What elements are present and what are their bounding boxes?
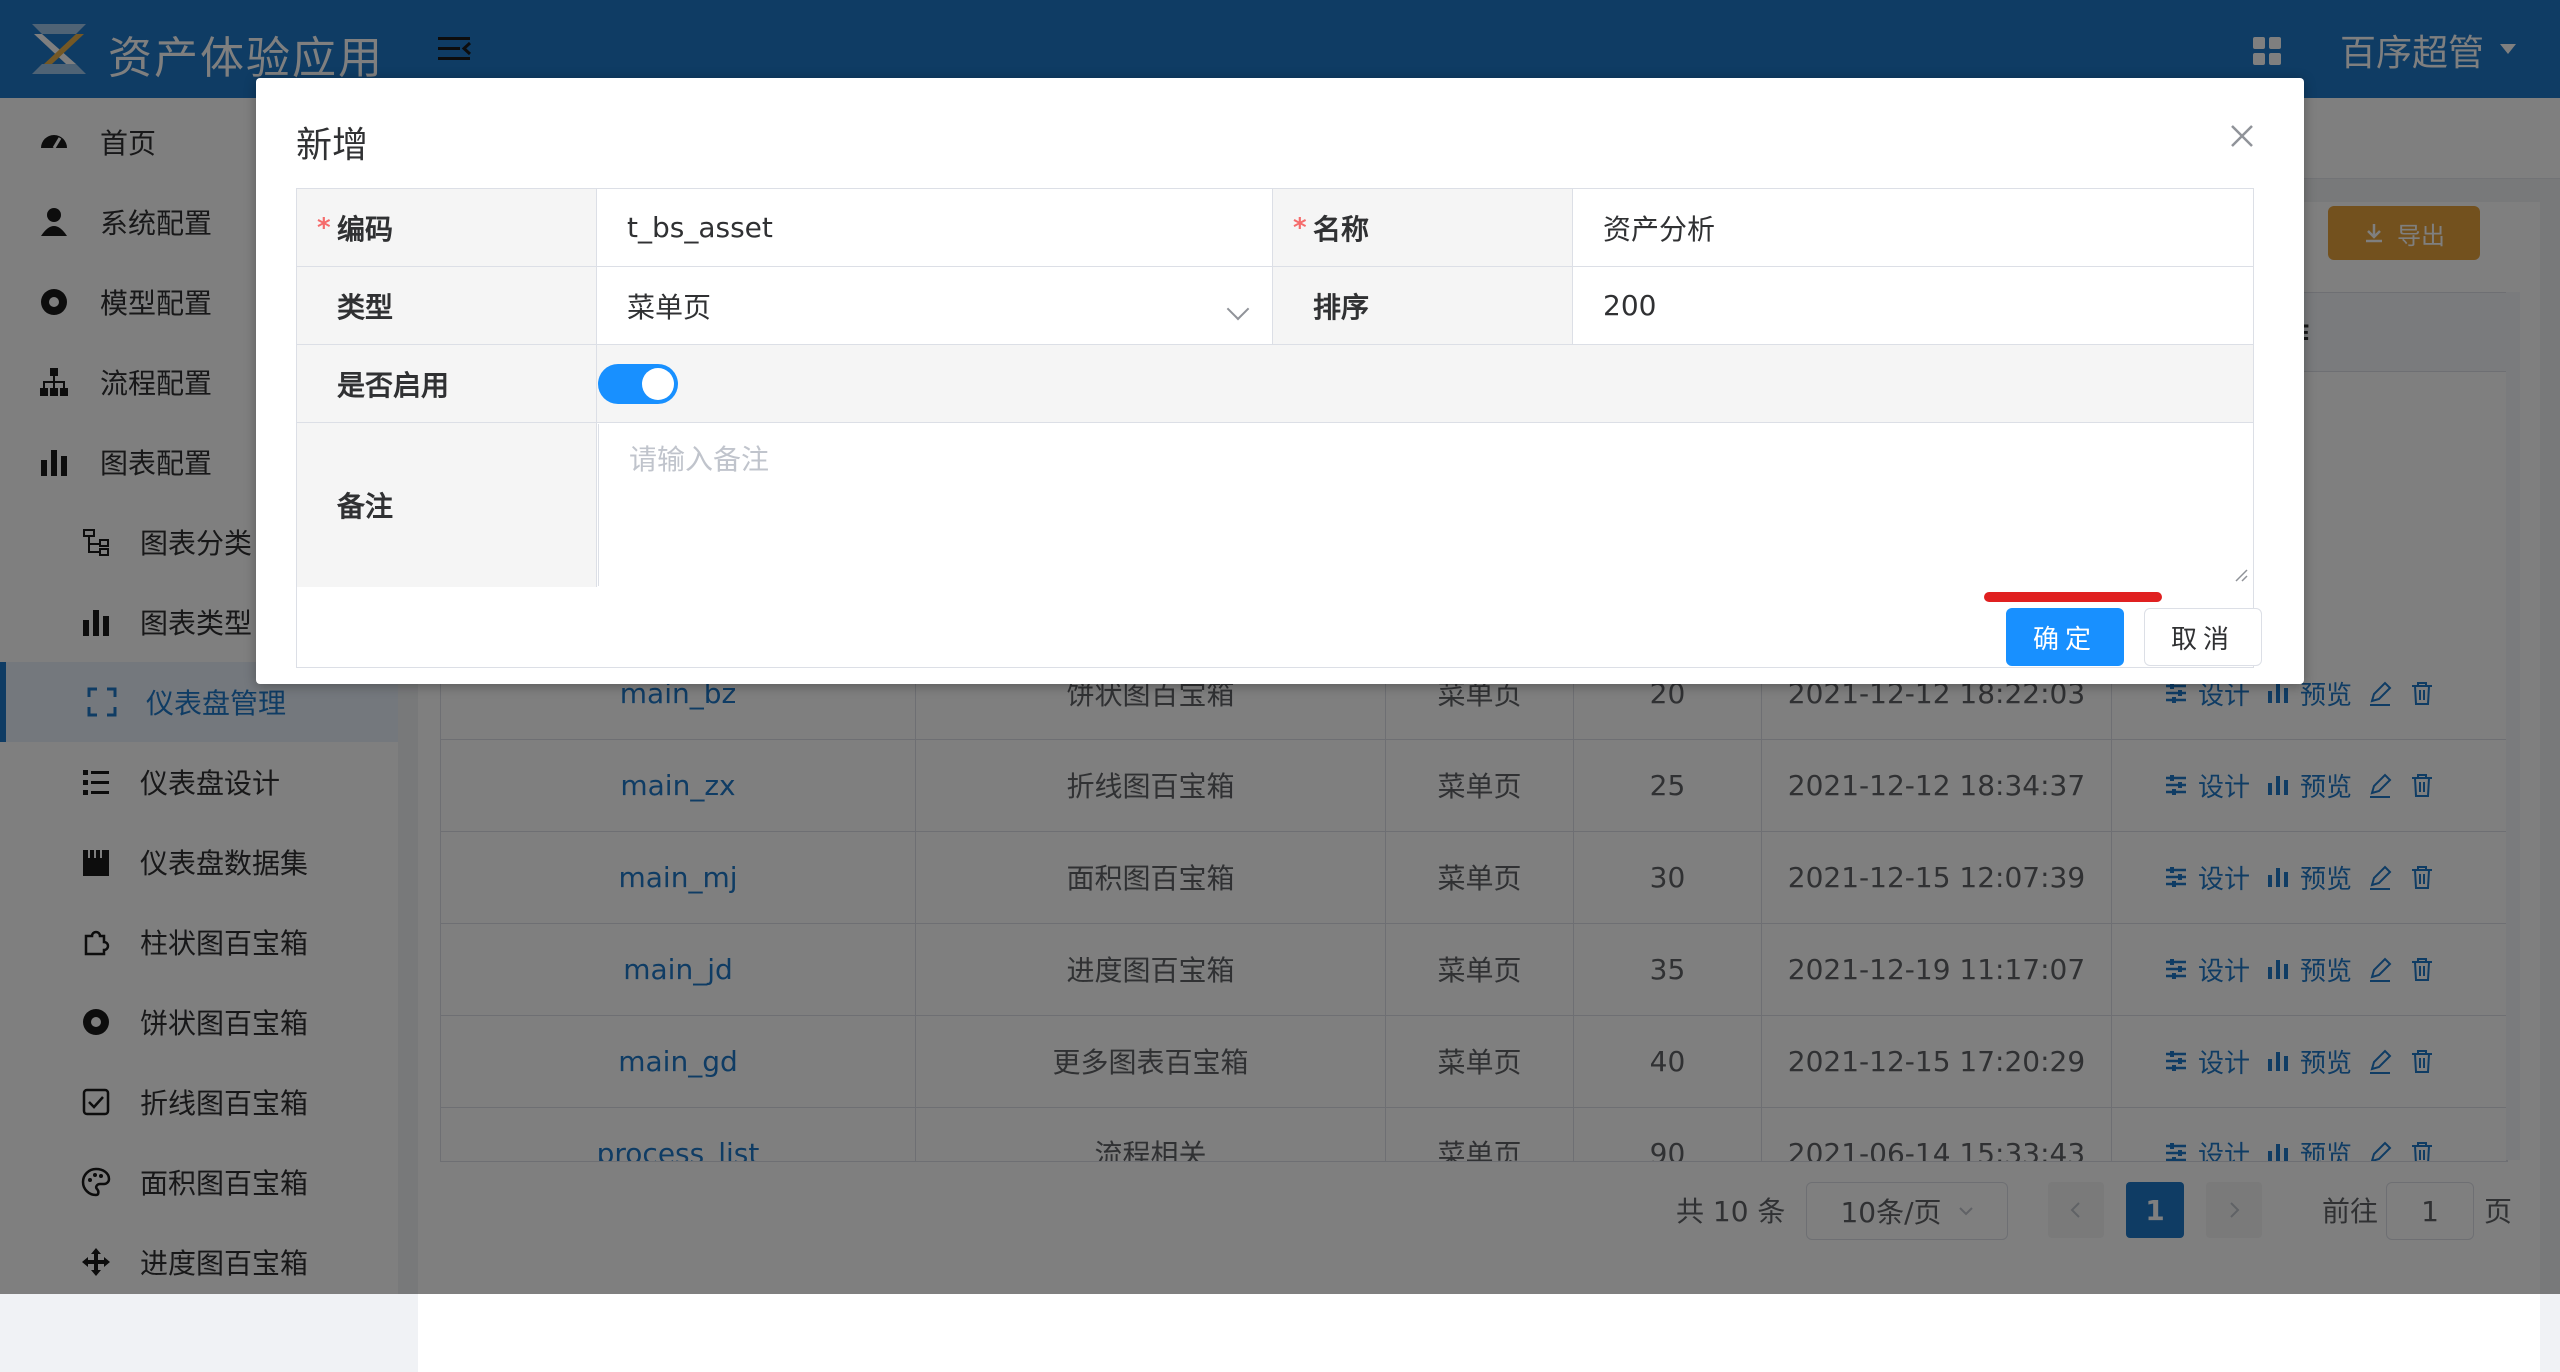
code-label-cell: * 编码 bbox=[297, 189, 597, 267]
remark-placeholder: 请输入备注 bbox=[629, 443, 770, 476]
code-label: 编码 bbox=[337, 212, 394, 246]
close-icon[interactable] bbox=[2228, 122, 2256, 150]
type-label-cell: 类型 bbox=[297, 267, 597, 345]
sort-label: 排序 bbox=[1313, 290, 1370, 324]
enabled-cell bbox=[597, 345, 2253, 423]
add-dialog: 新增 * 编码 t_bs_asset * 名称 资产分析 类型 菜单页 排序 2… bbox=[256, 78, 2304, 684]
switch-knob bbox=[642, 368, 674, 400]
resize-handle-icon[interactable] bbox=[2232, 566, 2248, 582]
confirm-button[interactable]: 确定 bbox=[2006, 608, 2124, 666]
type-label: 类型 bbox=[337, 290, 394, 324]
required-marker: * bbox=[1293, 213, 1307, 243]
remark-textarea[interactable]: 请输入备注 bbox=[598, 424, 2252, 586]
remark-label: 备注 bbox=[337, 490, 394, 523]
enabled-label: 是否启用 bbox=[337, 368, 450, 402]
name-label-cell: * 名称 bbox=[1273, 189, 1573, 267]
type-select[interactable]: 菜单页 bbox=[597, 267, 1273, 345]
type-select-value: 菜单页 bbox=[627, 290, 712, 324]
remark-label-cell: 备注 bbox=[297, 423, 597, 587]
required-marker: * bbox=[317, 213, 331, 243]
name-input[interactable]: 资产分析 bbox=[1573, 189, 2253, 267]
sort-input[interactable]: 200 bbox=[1573, 267, 2253, 345]
enabled-switch[interactable] bbox=[598, 364, 678, 404]
dialog-title: 新增 bbox=[296, 125, 369, 166]
code-input[interactable]: t_bs_asset bbox=[597, 189, 1273, 267]
chevron-down-icon bbox=[1226, 297, 1250, 321]
sort-label-cell: 排序 bbox=[1273, 267, 1573, 345]
name-label: 名称 bbox=[1313, 212, 1370, 246]
cancel-button[interactable]: 取消 bbox=[2144, 608, 2262, 666]
enabled-label-cell: 是否启用 bbox=[297, 345, 597, 423]
annotation-underline bbox=[1984, 592, 2162, 602]
